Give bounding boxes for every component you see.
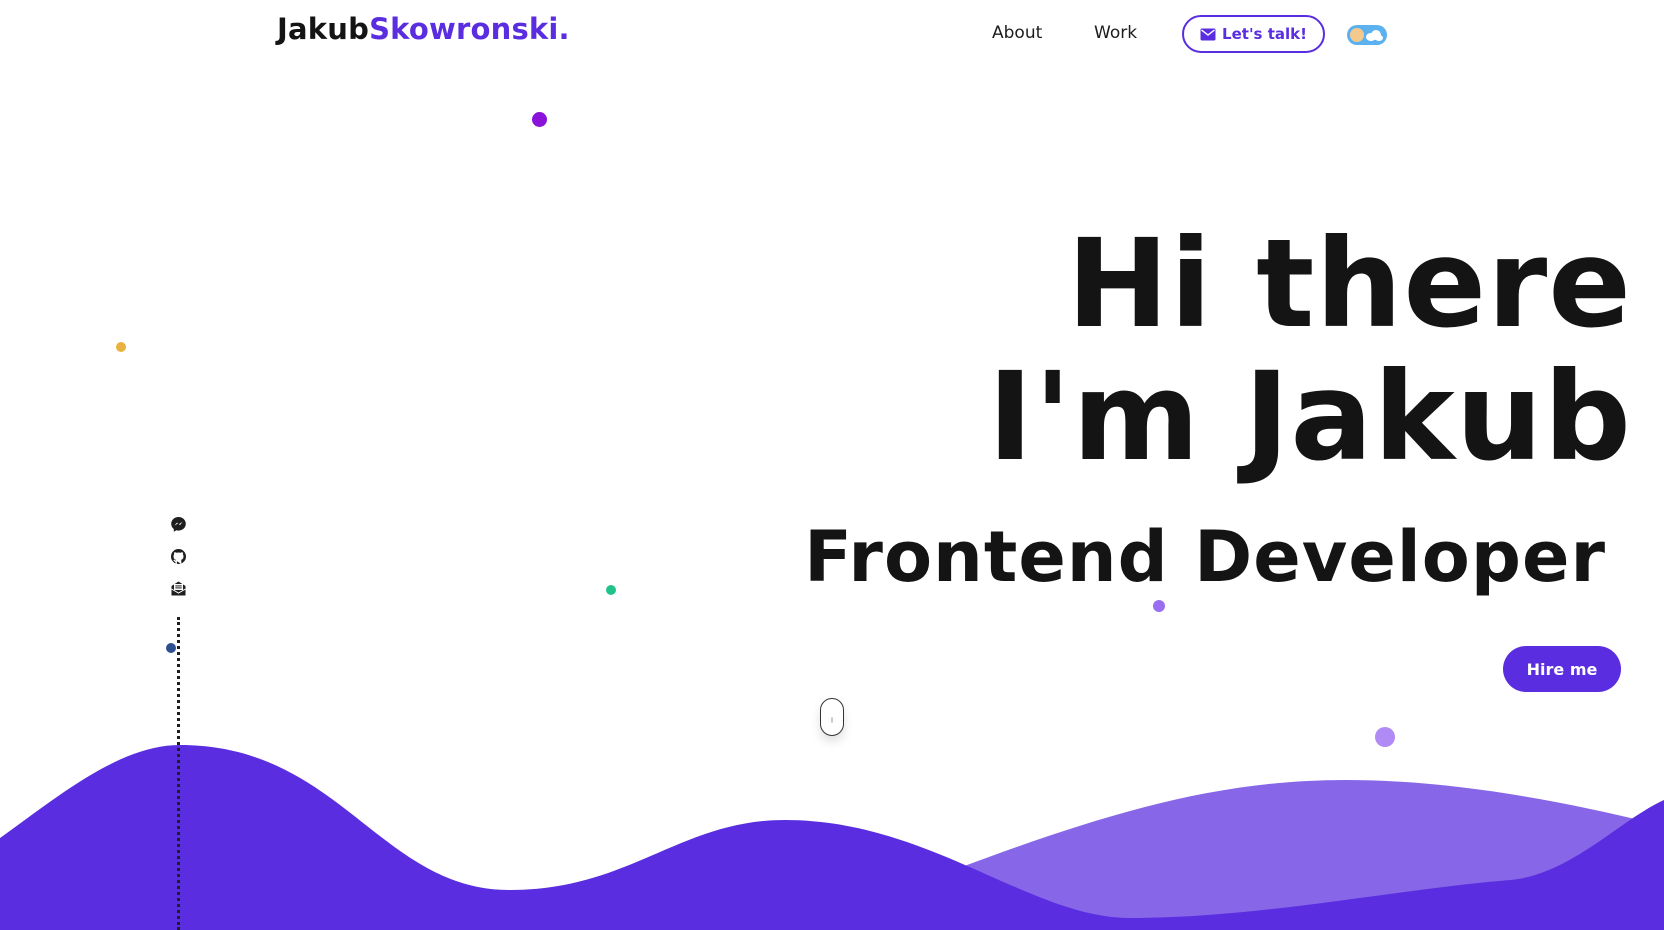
messenger-icon[interactable] xyxy=(169,515,187,533)
page: JakubSkowronski. About Work Let's talk! … xyxy=(0,0,1664,930)
decor-dot-lavender xyxy=(1153,600,1165,612)
logo-last-name: Skowronski. xyxy=(369,12,570,46)
hire-me-button[interactable]: Hire me xyxy=(1503,646,1621,692)
decor-dot-purple xyxy=(532,112,547,127)
scroll-dotted-line xyxy=(177,617,180,930)
decor-dot-lavender-large xyxy=(1375,727,1395,747)
github-icon[interactable] xyxy=(169,547,187,565)
scroll-down-mouse-icon[interactable] xyxy=(820,698,844,736)
hero-name: I'm Jakub xyxy=(987,346,1632,488)
site-logo[interactable]: JakubSkowronski. xyxy=(277,12,570,46)
envelope-icon xyxy=(1200,28,1216,41)
lets-talk-label: Let's talk! xyxy=(1222,25,1307,43)
mail-icon[interactable] xyxy=(169,579,187,597)
decor-dot-yellow xyxy=(116,342,126,352)
cloud-icon xyxy=(1366,30,1383,41)
sun-icon xyxy=(1350,28,1364,42)
decor-dot-navy xyxy=(166,643,176,653)
hero-greeting: Hi there xyxy=(1066,213,1632,355)
nav-work-link[interactable]: Work xyxy=(1094,23,1137,43)
nav-about-link[interactable]: About xyxy=(992,23,1042,43)
lets-talk-button[interactable]: Let's talk! xyxy=(1182,15,1325,53)
theme-toggle[interactable] xyxy=(1347,25,1387,45)
decor-dot-green xyxy=(606,585,616,595)
hero-role: Frontend Developer xyxy=(804,516,1606,598)
logo-first-name: Jakub xyxy=(277,12,370,46)
mouse-wheel xyxy=(831,717,833,723)
